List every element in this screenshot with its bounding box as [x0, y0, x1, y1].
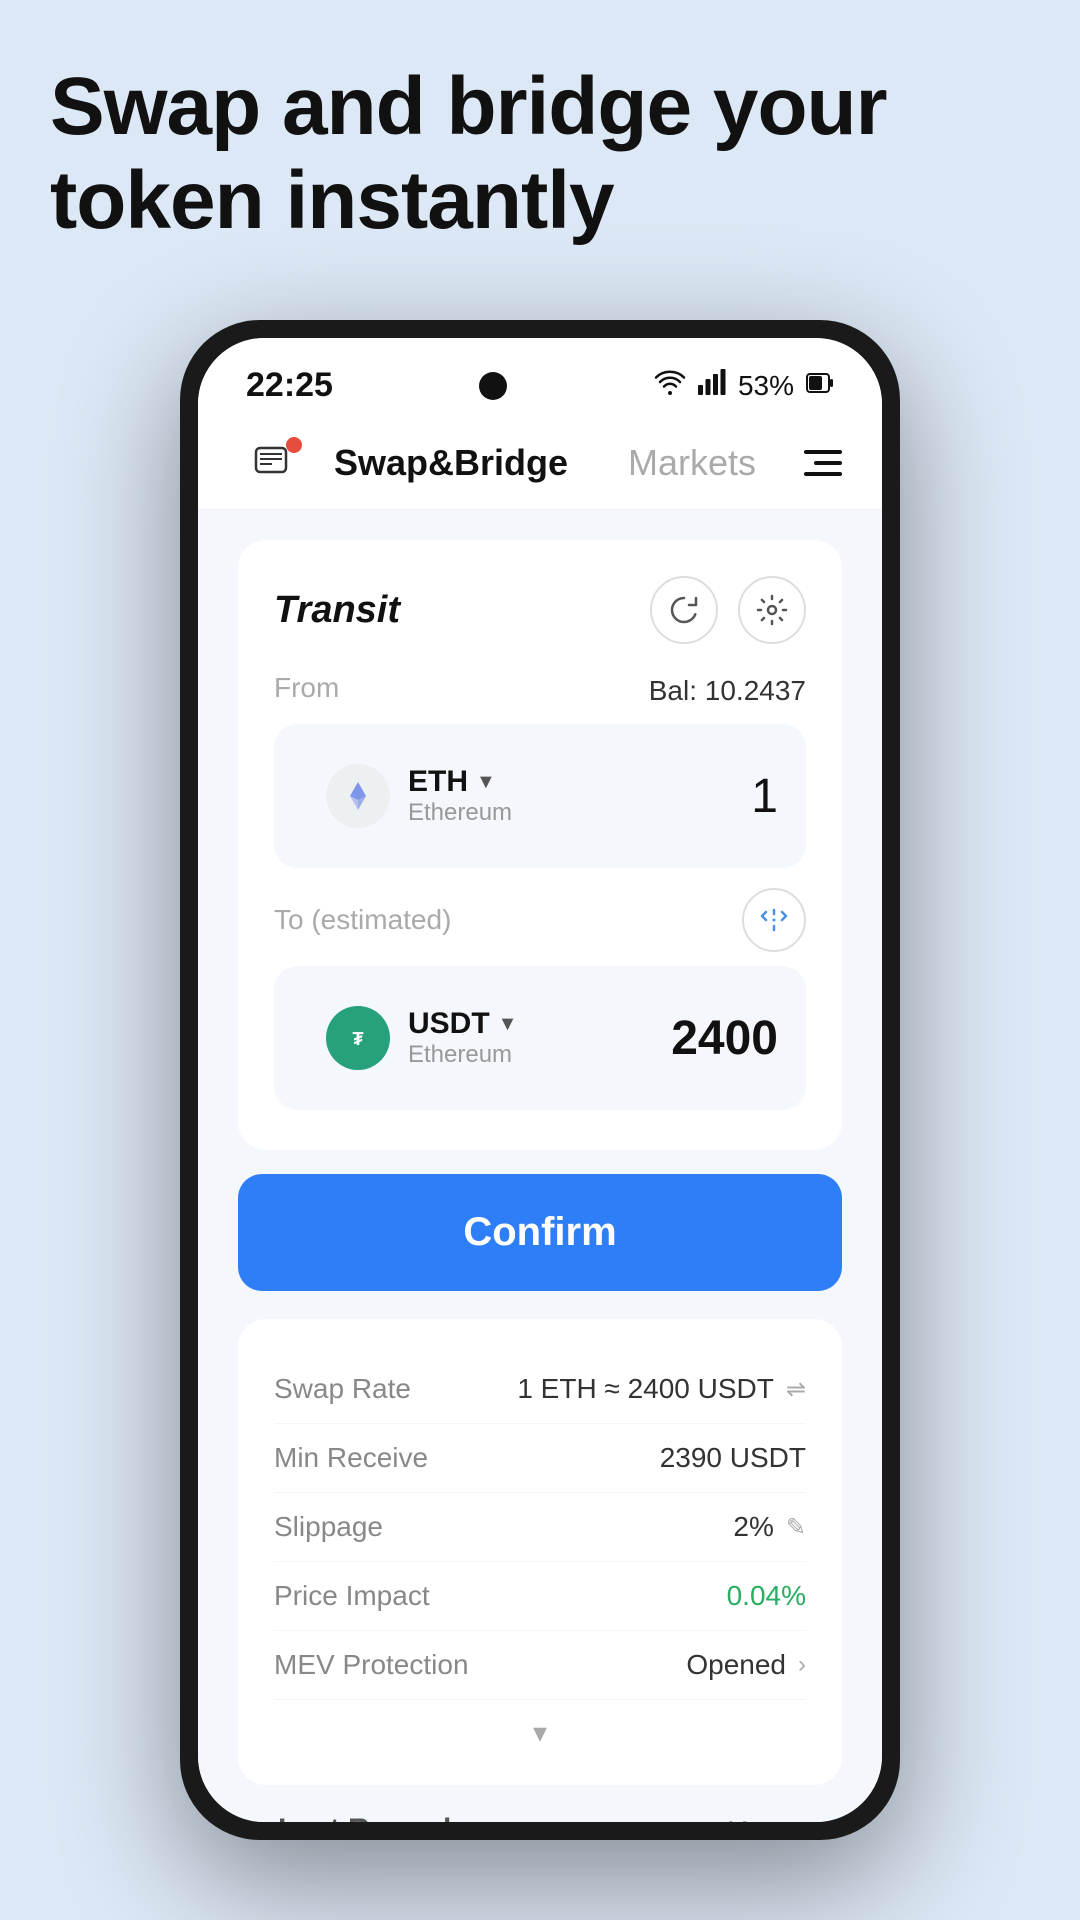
eth-logo	[326, 764, 390, 828]
last-record-more[interactable]: More ›	[727, 1815, 802, 1823]
camera-notch	[479, 372, 507, 400]
to-token-chain: Ethereum	[408, 1041, 517, 1069]
battery-icon	[806, 370, 834, 401]
slippage-row[interactable]: Slippage 2% ✎	[274, 1493, 806, 1562]
from-token-symbol: ETH ▼	[408, 765, 512, 799]
transit-brand: Transit	[274, 589, 400, 632]
confirm-button[interactable]: Confirm	[238, 1174, 842, 1291]
from-token-chain: Ethereum	[408, 799, 512, 827]
collapse-arrow[interactable]: ▾	[274, 1716, 806, 1749]
to-token-amount: 2400	[671, 1011, 778, 1066]
hero-title: Swap and bridge your token instantly	[50, 60, 1030, 249]
refresh-button[interactable]	[650, 576, 718, 644]
swap-rate-value: 1 ETH ≈ 2400 USDT ⇌	[517, 1373, 806, 1405]
phone-frame: 22:25	[180, 320, 900, 1840]
mev-protection-value: Opened ›	[686, 1649, 806, 1681]
from-row: From Bal: 10.2437	[274, 672, 806, 710]
from-token-selector[interactable]: ETH ▼ Ethereum	[302, 744, 582, 848]
price-impact-label: Price Impact	[274, 1580, 430, 1612]
min-receive-row: Min Receive 2390 USDT	[274, 1424, 806, 1493]
to-token-row: ₮ USDT ▼ Ethereum 2400	[274, 966, 806, 1110]
from-label: From	[274, 672, 339, 704]
battery-percentage: 53%	[738, 370, 794, 402]
to-token-selector[interactable]: ₮ USDT ▼ Ethereum	[302, 986, 582, 1090]
swap-direction-button[interactable]	[742, 888, 806, 952]
card-actions	[650, 576, 806, 644]
price-impact-value: 0.04%	[727, 1580, 806, 1612]
phone-wrapper: 22:25	[180, 320, 900, 1840]
tab-swap-bridge[interactable]: Swap&Bridge	[334, 442, 568, 484]
balance-label: Bal: 10.2437	[649, 675, 806, 707]
to-token-symbol: USDT ▼	[408, 1007, 517, 1041]
info-card: Swap Rate 1 ETH ≈ 2400 USDT ⇌ Min Receiv…	[238, 1319, 842, 1785]
mev-protection-label: MEV Protection	[274, 1649, 469, 1681]
menu-button[interactable]	[782, 450, 842, 476]
screen-content: Transit	[198, 510, 882, 1822]
status-icons: 53%	[654, 369, 834, 402]
slippage-edit-icon[interactable]: ✎	[786, 1513, 806, 1542]
slippage-value: 2% ✎	[733, 1511, 806, 1543]
notification-badge	[286, 437, 302, 453]
swap-rate-row: Swap Rate 1 ETH ≈ 2400 USDT ⇌	[274, 1355, 806, 1424]
swap-rate-icon: ⇌	[786, 1375, 806, 1404]
usdt-logo: ₮	[326, 1006, 390, 1070]
mev-chevron-icon: ›	[798, 1651, 806, 1679]
wifi-icon	[654, 369, 686, 402]
mev-protection-row[interactable]: MEV Protection Opened ›	[274, 1631, 806, 1700]
from-token-row: ETH ▼ Ethereum 1	[274, 724, 806, 868]
slippage-label: Slippage	[274, 1511, 383, 1543]
notifications-button[interactable]	[238, 433, 308, 493]
nav-bar: Swap&Bridge Markets	[198, 417, 882, 510]
nav-titles: Swap&Bridge Markets	[308, 442, 782, 484]
phone-screen: 22:25	[198, 338, 882, 1822]
status-bar: 22:25	[198, 338, 882, 417]
min-receive-value: 2390 USDT	[660, 1442, 806, 1474]
signal-icon	[698, 369, 726, 402]
price-impact-row: Price Impact 0.04%	[274, 1562, 806, 1631]
last-record-bar: Last Record More ›	[238, 1785, 842, 1822]
swap-arrow-section: To (estimated)	[274, 888, 806, 952]
to-label: To (estimated)	[274, 904, 451, 936]
settings-button[interactable]	[738, 576, 806, 644]
from-token-amount[interactable]: 1	[751, 769, 778, 824]
last-record-label: Last Record	[278, 1813, 451, 1822]
status-time: 22:25	[246, 366, 333, 405]
swap-rate-label: Swap Rate	[274, 1373, 411, 1405]
min-receive-label: Min Receive	[274, 1442, 428, 1474]
transit-card: Transit	[238, 540, 842, 1150]
svg-text:₮: ₮	[353, 1029, 364, 1049]
eth-token-info: ETH ▼ Ethereum	[408, 765, 512, 827]
usdt-token-info: USDT ▼ Ethereum	[408, 1007, 517, 1069]
card-header: Transit	[274, 576, 806, 644]
hero-section: Swap and bridge your token instantly	[50, 60, 1030, 249]
tab-markets[interactable]: Markets	[628, 442, 756, 484]
